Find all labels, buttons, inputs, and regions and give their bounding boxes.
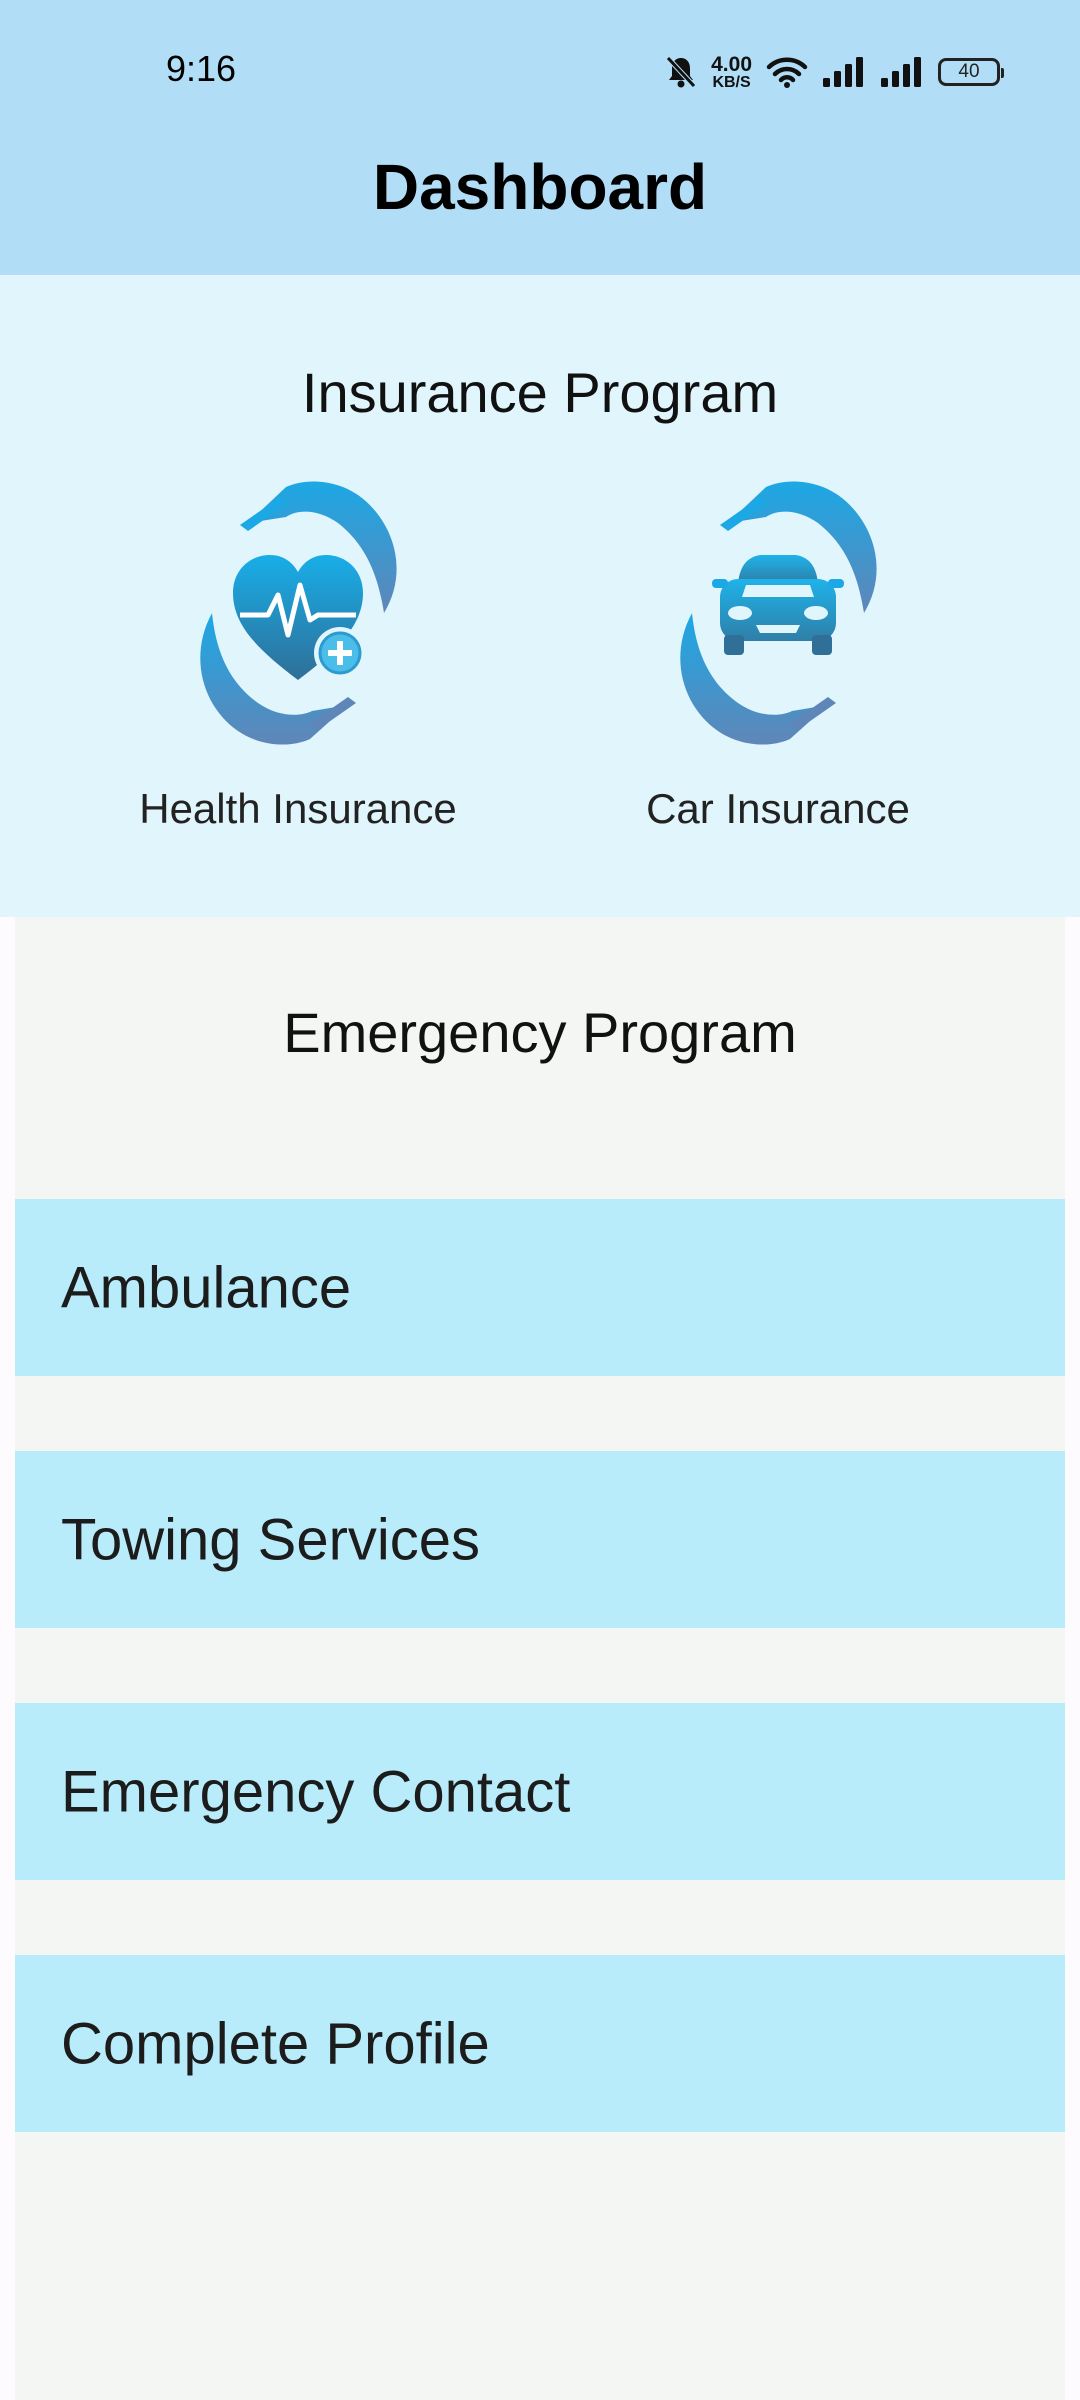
health-insurance-icon — [200, 481, 397, 745]
car-insurance-icon — [680, 481, 877, 745]
complete-profile-label: Complete Profile — [61, 2011, 490, 2076]
page-title: Dashboard — [372, 151, 708, 223]
emergency-section-title: Emergency Program — [283, 1001, 797, 1064]
health-insurance-card[interactable]: Health Insurance — [88, 475, 508, 875]
net-speed-value: 4.00 — [711, 52, 752, 76]
ambulance-button[interactable]: Ambulance — [15, 1199, 1065, 1376]
car-insurance-card[interactable]: Car Insurance — [568, 475, 988, 875]
net-speed-unit: KB/S — [712, 73, 751, 91]
emergency-contact-button[interactable]: Emergency Contact — [15, 1703, 1065, 1880]
battery-icon: 40 — [938, 58, 1004, 86]
wifi-icon — [766, 57, 808, 88]
complete-profile-button[interactable]: Complete Profile — [15, 1955, 1065, 2132]
emergency-contact-label: Emergency Contact — [61, 1759, 571, 1824]
insurance-section-title: Insurance Program — [301, 361, 779, 424]
signal-icon — [881, 57, 921, 87]
status-time: 9:16 — [166, 48, 237, 89]
net-speed: 4.00 KB/S — [711, 54, 752, 91]
app-header: 9:16 4.00 KB/S 40 Dashboard — [0, 0, 1080, 275]
signal-icon — [823, 57, 863, 87]
insurance-section: Insurance Program Health Insurance Car I… — [0, 275, 1080, 917]
bell-off-icon — [666, 56, 696, 88]
towing-services-button[interactable]: Towing Services — [15, 1451, 1065, 1628]
car-insurance-label: Car Insurance — [646, 785, 910, 832]
status-icons: 4.00 KB/S 40 — [665, 48, 1004, 96]
emergency-section: Emergency Program Ambulance Towing Servi… — [15, 917, 1065, 2400]
health-insurance-label: Health Insurance — [139, 785, 457, 832]
towing-services-label: Towing Services — [61, 1507, 481, 1572]
ambulance-label: Ambulance — [61, 1255, 352, 1320]
